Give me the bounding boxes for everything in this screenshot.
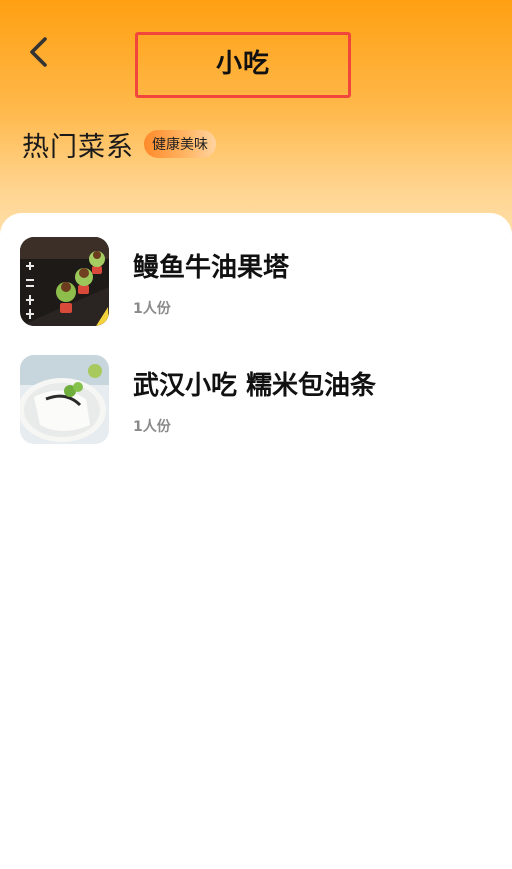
screen: 小吃 热门菜系 健康美味 鳗鱼牛油果塔 1人份 武汉小吃 糯米包油条 1人份 <box>0 0 512 869</box>
recipe-serving: 1人份 <box>133 419 171 435</box>
section-header: 热门菜系 健康美味 <box>22 126 216 163</box>
back-button[interactable] <box>18 30 58 74</box>
page-title-box: 小吃 <box>135 32 351 98</box>
recipe-item-eel-avocado-tart[interactable]: 鳗鱼牛油果塔 1人份 <box>20 237 492 327</box>
recipe-name: 武汉小吃 糯米包油条 <box>133 371 377 401</box>
section-tag-badge: 健康美味 <box>144 130 216 158</box>
section-title: 热门菜系 <box>22 131 134 163</box>
recipe-serving: 1人份 <box>133 301 171 317</box>
recipe-name: 鳗鱼牛油果塔 <box>133 253 290 283</box>
recipe-list: 鳗鱼牛油果塔 1人份 武汉小吃 糯米包油条 1人份 <box>0 213 512 869</box>
header: 小吃 热门菜系 健康美味 <box>0 0 512 240</box>
eel-avocado-tart-image <box>20 237 109 326</box>
recipe-thumbnail <box>20 355 109 444</box>
chevron-left-icon <box>30 37 47 67</box>
page-title: 小吃 <box>215 49 270 79</box>
glutinous-rice-youtiao-image <box>20 355 109 444</box>
recipe-thumbnail <box>20 237 109 326</box>
recipe-item-glutinous-rice-youtiao[interactable]: 武汉小吃 糯米包油条 1人份 <box>20 355 492 445</box>
